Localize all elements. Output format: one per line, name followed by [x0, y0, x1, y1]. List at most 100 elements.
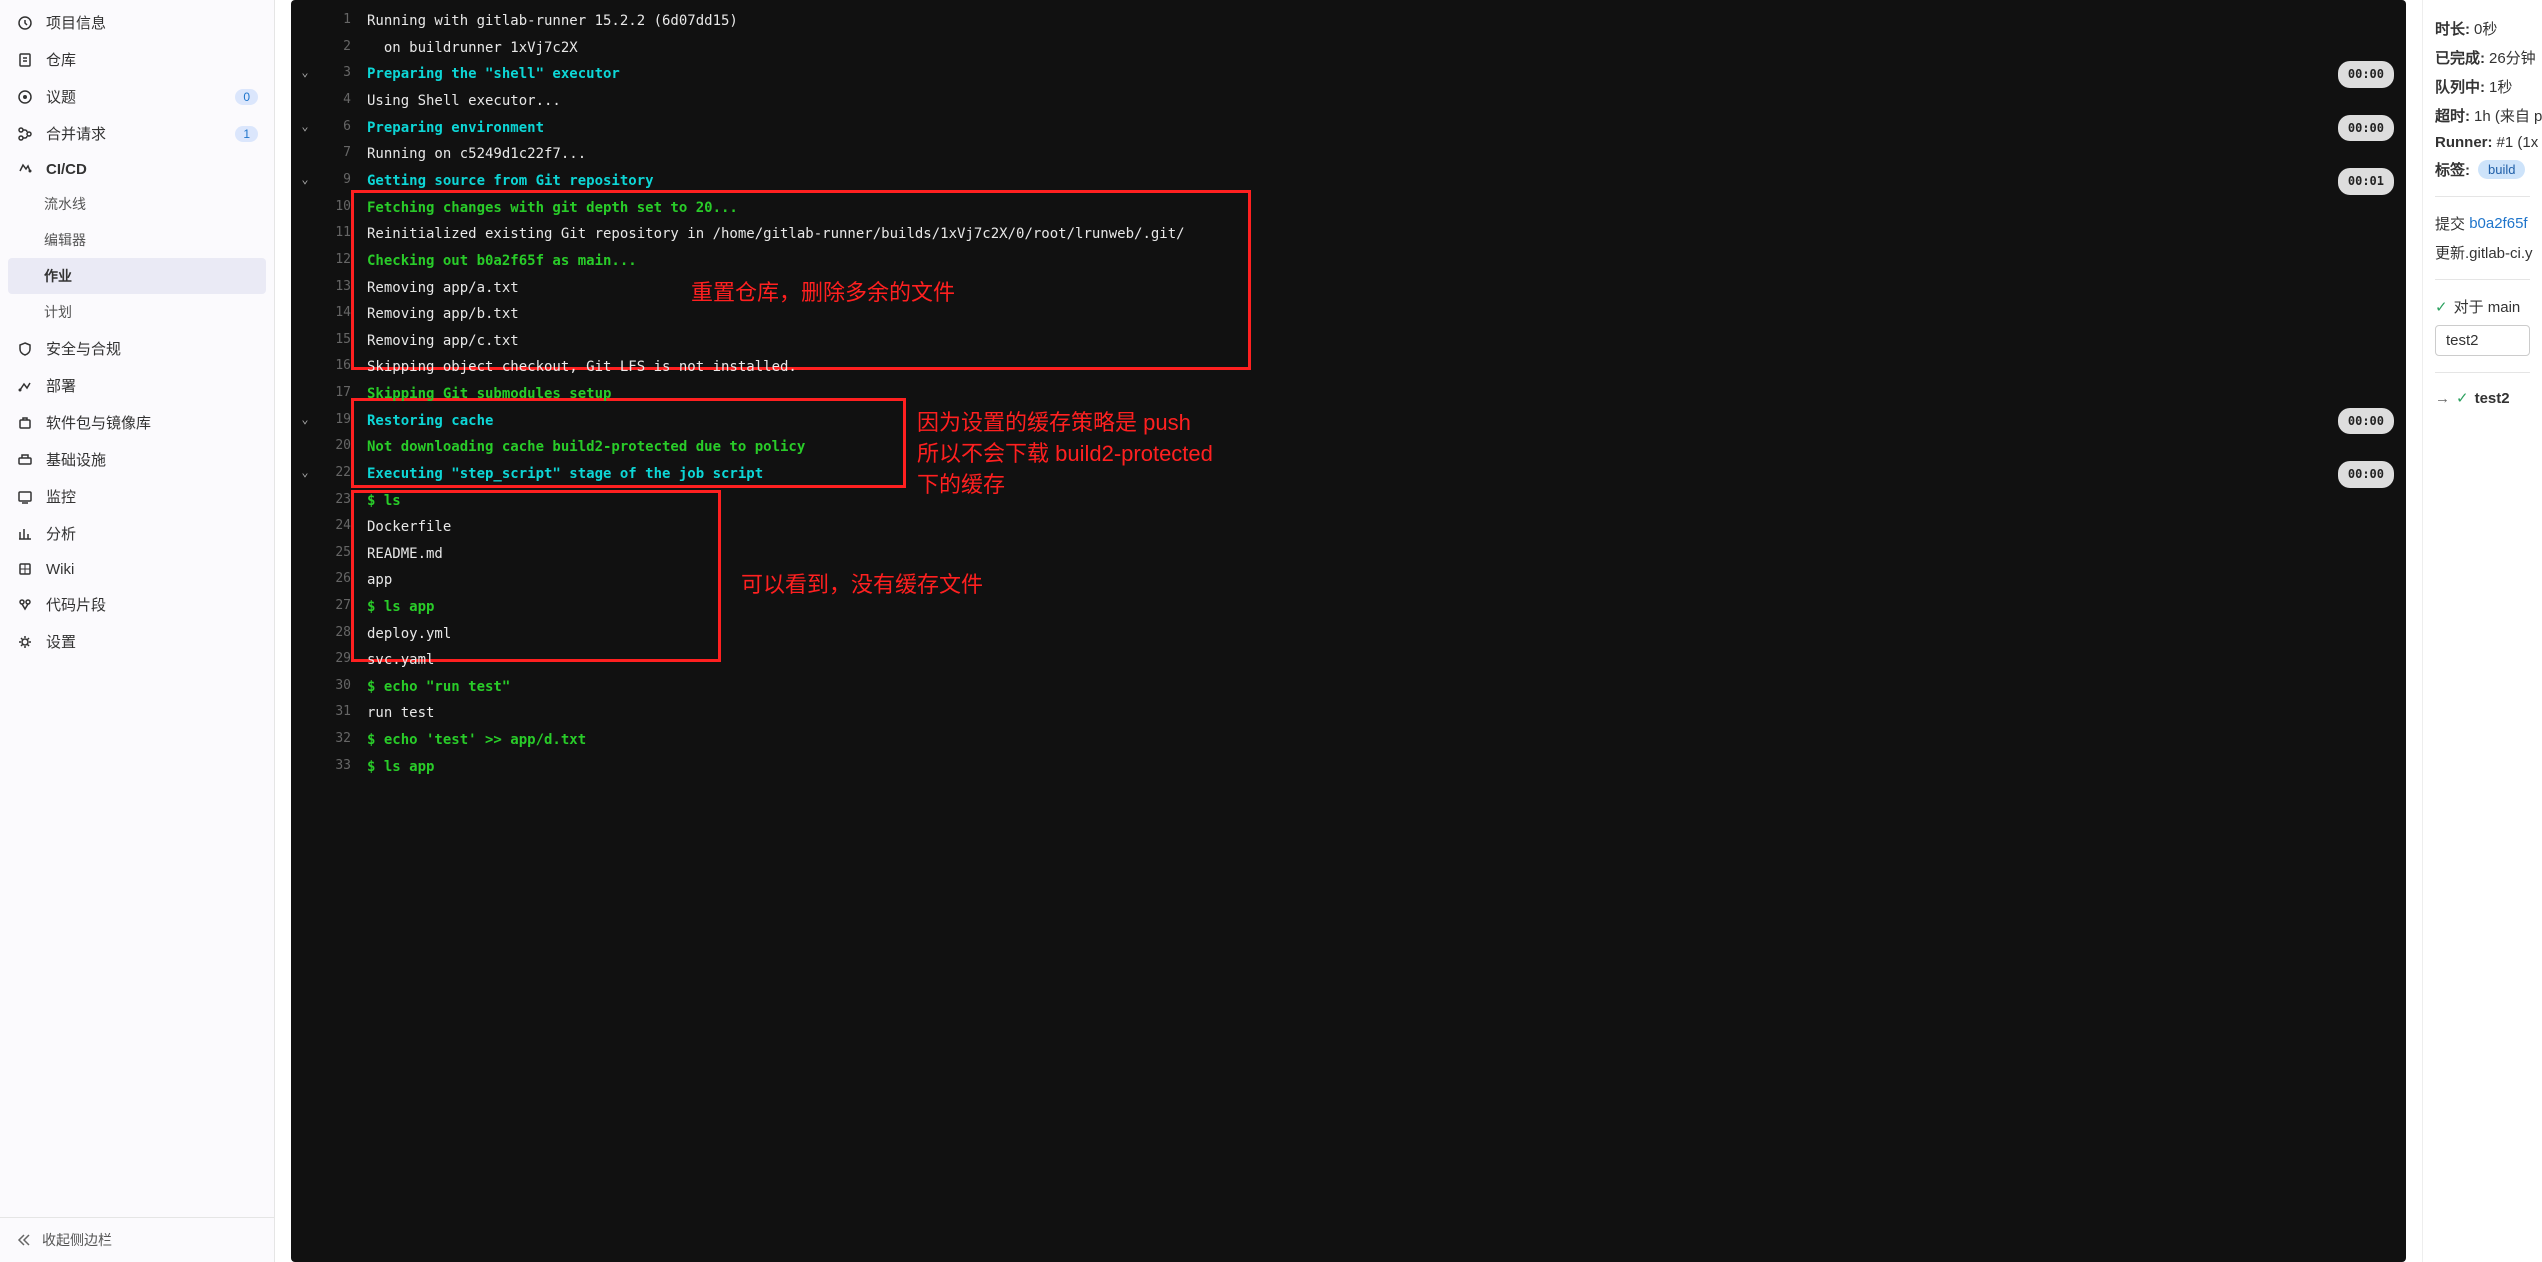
line-number: 17	[319, 381, 351, 406]
nav-icon	[16, 88, 34, 106]
line-number: 7	[319, 141, 351, 166]
log-text: README.md	[367, 541, 2406, 568]
sidebar-item-0[interactable]: 项目信息	[0, 4, 274, 41]
sidebar-item-14[interactable]: 分析	[0, 515, 274, 552]
check-icon: ✓	[2456, 389, 2469, 407]
sidebar-item-12[interactable]: 基础设施	[0, 441, 274, 478]
collapse-toggle[interactable]: ⌄	[291, 408, 319, 431]
commit-link[interactable]: b0a2f65f	[2469, 215, 2527, 232]
log-line: 31 run test	[291, 700, 2406, 727]
log-line: 16 Skipping object checkout, Git LFS is n…	[291, 354, 2406, 381]
log-line: 29 svc.yaml	[291, 647, 2406, 674]
log-line: 10Fetching changes with git depth set to…	[291, 195, 2406, 222]
sidebar-item-1[interactable]: 仓库	[0, 41, 274, 78]
log-text: Removing app/c.txt	[367, 328, 2406, 355]
collapse-toggle[interactable]: ⌄	[291, 168, 319, 191]
finished-row: 已完成:26分钟	[2435, 47, 2530, 68]
right-panel: 时长:0秒 已完成:26分钟 队列中:1秒 超时:1h (来自 p Runner…	[2422, 0, 2542, 1262]
count-badge: 0	[235, 89, 258, 105]
log-line: 15Removing app/c.txt	[291, 328, 2406, 355]
log-text: Removing app/a.txt	[367, 275, 2406, 302]
line-number: 22	[319, 461, 351, 486]
sidebar-item-13[interactable]: 监控	[0, 478, 274, 515]
collapse-toggle[interactable]: ⌄	[291, 115, 319, 138]
divider	[2435, 372, 2530, 373]
collapse-toggle[interactable]: ⌄	[291, 61, 319, 84]
pipeline-job-row[interactable]: →✓test2	[2435, 389, 2530, 407]
queued-row: 队列中:1秒	[2435, 76, 2530, 97]
sidebar: 项目信息仓库议题0合并请求1 CI/CD 流水线编辑器作业计划安全与合规部署软件包与…	[0, 0, 275, 1262]
log-text: deploy.yml	[367, 621, 2406, 648]
sidebar-item-15[interactable]: Wiki	[0, 552, 274, 586]
log-line: ⌄19Restoring cache00:00	[291, 408, 2406, 435]
job-name-box[interactable]: test2	[2435, 325, 2530, 356]
nav-label: 作业	[44, 266, 250, 286]
line-number: 14	[319, 301, 351, 326]
line-number: 32	[319, 727, 351, 752]
nav-icon	[16, 560, 34, 578]
log-text: Executing "step_script" stage of the job…	[367, 461, 2338, 488]
line-number: 16	[319, 354, 351, 379]
log-line: 23$ ls	[291, 488, 2406, 515]
job-log[interactable]: 重置仓库，删除多余的文件 因为设置的缓存策略是 push 所以不会下载 buil…	[291, 0, 2406, 1262]
log-text: Running on c5249d1c22f7...	[367, 141, 2406, 168]
sidebar-item-17[interactable]: 设置	[0, 623, 274, 660]
sidebar-item-8[interactable]: 计划	[0, 294, 274, 330]
line-number: 3	[319, 61, 351, 86]
chevron-left-icon	[16, 1232, 32, 1248]
sidebar-item-11[interactable]: 软件包与镜像库	[0, 404, 274, 441]
log-text: Preparing the "shell" executor	[367, 61, 2338, 88]
line-number: 19	[319, 408, 351, 433]
nav-icon	[16, 377, 34, 395]
line-number: 4	[319, 88, 351, 113]
log-text: svc.yaml	[367, 647, 2406, 674]
sidebar-item-7[interactable]: 作业	[8, 258, 266, 294]
sidebar-item-9[interactable]: 安全与合规	[0, 330, 274, 367]
sidebar-item-6[interactable]: 编辑器	[0, 222, 274, 258]
log-text: run test	[367, 700, 2406, 727]
log-text: Skipping object checkout, Git LFS is not…	[367, 354, 2406, 381]
log-text: $ echo 'test' >> app/d.txt	[367, 727, 2406, 754]
sidebar-item-5[interactable]: 流水线	[0, 186, 274, 222]
tags-row: 标签:build	[2435, 159, 2530, 180]
collapse-toggle[interactable]: ⌄	[291, 461, 319, 484]
nav-label: 合并请求	[46, 123, 235, 144]
main-content: 重置仓库，删除多余的文件 因为设置的缓存策略是 push 所以不会下载 buil…	[275, 0, 2542, 1262]
line-number: 29	[319, 647, 351, 672]
log-text: Preparing environment	[367, 115, 2338, 142]
divider	[2435, 196, 2530, 197]
sidebar-item-16[interactable]: 代码片段	[0, 586, 274, 623]
sidebar-item-2[interactable]: 议题0	[0, 78, 274, 115]
log-line: 2 on buildrunner 1xVj7c2X	[291, 35, 2406, 62]
log-text: Checking out b0a2f65f as main...	[367, 248, 2406, 275]
log-line: 28deploy.yml	[291, 621, 2406, 648]
log-line: 13Removing app/a.txt	[291, 275, 2406, 302]
nav-icon	[16, 451, 34, 469]
sidebar-item-4[interactable]: CI/CD	[0, 152, 274, 186]
log-text: $ ls app	[367, 754, 2406, 781]
section-duration: 00:00	[2338, 408, 2394, 435]
line-number: 9	[319, 168, 351, 193]
collapse-label: 收起侧边栏	[42, 1230, 112, 1250]
log-text: Dockerfile	[367, 514, 2406, 541]
line-number: 31	[319, 700, 351, 725]
sidebar-item-3[interactable]: 合并请求1	[0, 115, 274, 152]
divider	[2435, 279, 2530, 280]
nav-icon	[16, 488, 34, 506]
collapse-sidebar-button[interactable]: 收起侧边栏	[0, 1217, 274, 1262]
sidebar-item-10[interactable]: 部署	[0, 367, 274, 404]
line-number: 24	[319, 514, 351, 539]
line-number: 25	[319, 541, 351, 566]
log-line: 33$ ls app	[291, 754, 2406, 781]
tag-badge[interactable]: build	[2478, 160, 2525, 179]
nav-icon	[16, 525, 34, 543]
line-number: 1	[319, 8, 351, 33]
nav-label: 代码片段	[46, 594, 258, 615]
log-text: Removing app/b.txt	[367, 301, 2406, 328]
line-number: 12	[319, 248, 351, 273]
line-number: 6	[319, 115, 351, 140]
nav-label: 仓库	[46, 49, 258, 70]
nav-label: 分析	[46, 523, 258, 544]
log-line: 11Reinitialized existing Git repository …	[291, 221, 2406, 248]
nav-label: CI/CD	[46, 161, 258, 178]
